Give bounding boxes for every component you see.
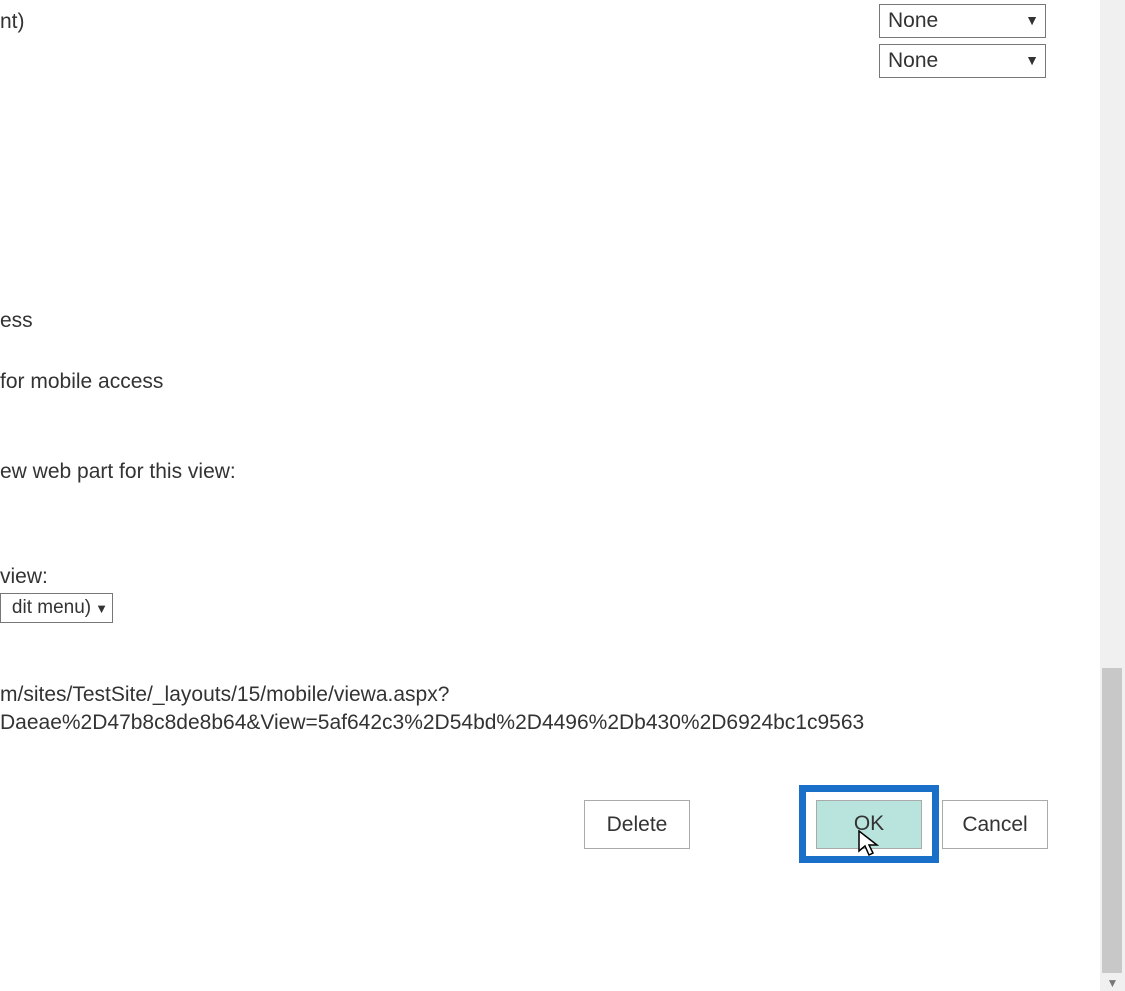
settings-page-viewport: None ▼ None ▼ nt) ess for mobile access … (0, 0, 1100, 991)
dropdown-value: None (888, 9, 938, 33)
text-fragment: for mobile access (0, 370, 163, 394)
cancel-button[interactable]: Cancel (942, 800, 1048, 849)
ok-button-highlight: OK (799, 785, 939, 863)
text-fragment: view: (0, 565, 48, 589)
scroll-down-icon[interactable]: ▼ (1100, 975, 1125, 991)
sort-column-dropdown-2[interactable]: None ▼ (879, 44, 1046, 78)
field-select-dropdown[interactable]: dit menu) ▼ (0, 593, 113, 623)
scrollbar-thumb[interactable] (1102, 668, 1122, 973)
button-label: Cancel (962, 813, 1027, 837)
button-label: Delete (607, 813, 668, 837)
sort-column-dropdown-1[interactable]: None ▼ (879, 4, 1046, 38)
dropdown-value: dit menu) (1, 597, 91, 619)
chevron-down-icon: ▼ (95, 601, 108, 616)
mobile-url-line-2: Daeae%2D47b8c8de8b64&View=5af642c3%2D54b… (0, 711, 864, 735)
dropdown-value: None (888, 49, 938, 73)
delete-button[interactable]: Delete (584, 800, 690, 849)
mobile-url-line-1: m/sites/TestSite/_layouts/15/mobile/view… (0, 683, 449, 707)
chevron-down-icon: ▼ (1025, 52, 1039, 68)
ok-button[interactable]: OK (816, 800, 922, 849)
button-label: OK (854, 812, 884, 836)
text-fragment: nt) (0, 10, 25, 34)
chevron-down-icon: ▼ (1025, 12, 1039, 28)
text-fragment: ew web part for this view: (0, 460, 236, 484)
text-fragment: ess (0, 309, 33, 333)
